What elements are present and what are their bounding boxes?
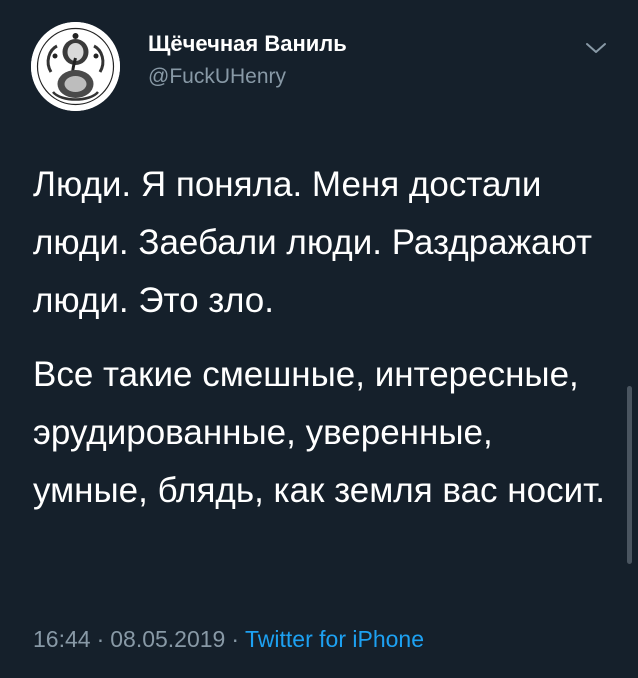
tweet-paragraph: Люди. Я поняла. Меня достали люди. Заеба… — [33, 165, 593, 320]
tweet-meta: 16:44 · 08.05.2019 · Twitter for iPhone — [33, 626, 424, 653]
tweet-paragraph: Все такие смешные, интересные, эрудирова… — [33, 355, 605, 510]
meta-separator: · — [96, 626, 105, 652]
user-handle[interactable]: @FuckUHenry — [148, 65, 286, 89]
scrollbar-thumb[interactable] — [627, 386, 632, 564]
meta-separator: · — [231, 626, 240, 652]
user-display-name[interactable]: Щёчечная Ваниль — [148, 31, 347, 57]
tweet-time[interactable]: 16:44 — [33, 626, 91, 652]
avatar[interactable] — [31, 22, 120, 111]
tweet-date[interactable]: 08.05.2019 — [110, 626, 225, 652]
tweet-source-link[interactable]: Twitter for iPhone — [245, 626, 424, 652]
ganesha-illustration-icon — [31, 22, 120, 111]
tweet-card: Щёчечная Ваниль @FuckUHenry Люди. Я поня… — [0, 0, 638, 678]
chevron-down-icon[interactable] — [584, 36, 608, 60]
tweet-text: Люди. Я поняла. Меня достали люди. Заеба… — [33, 156, 613, 520]
